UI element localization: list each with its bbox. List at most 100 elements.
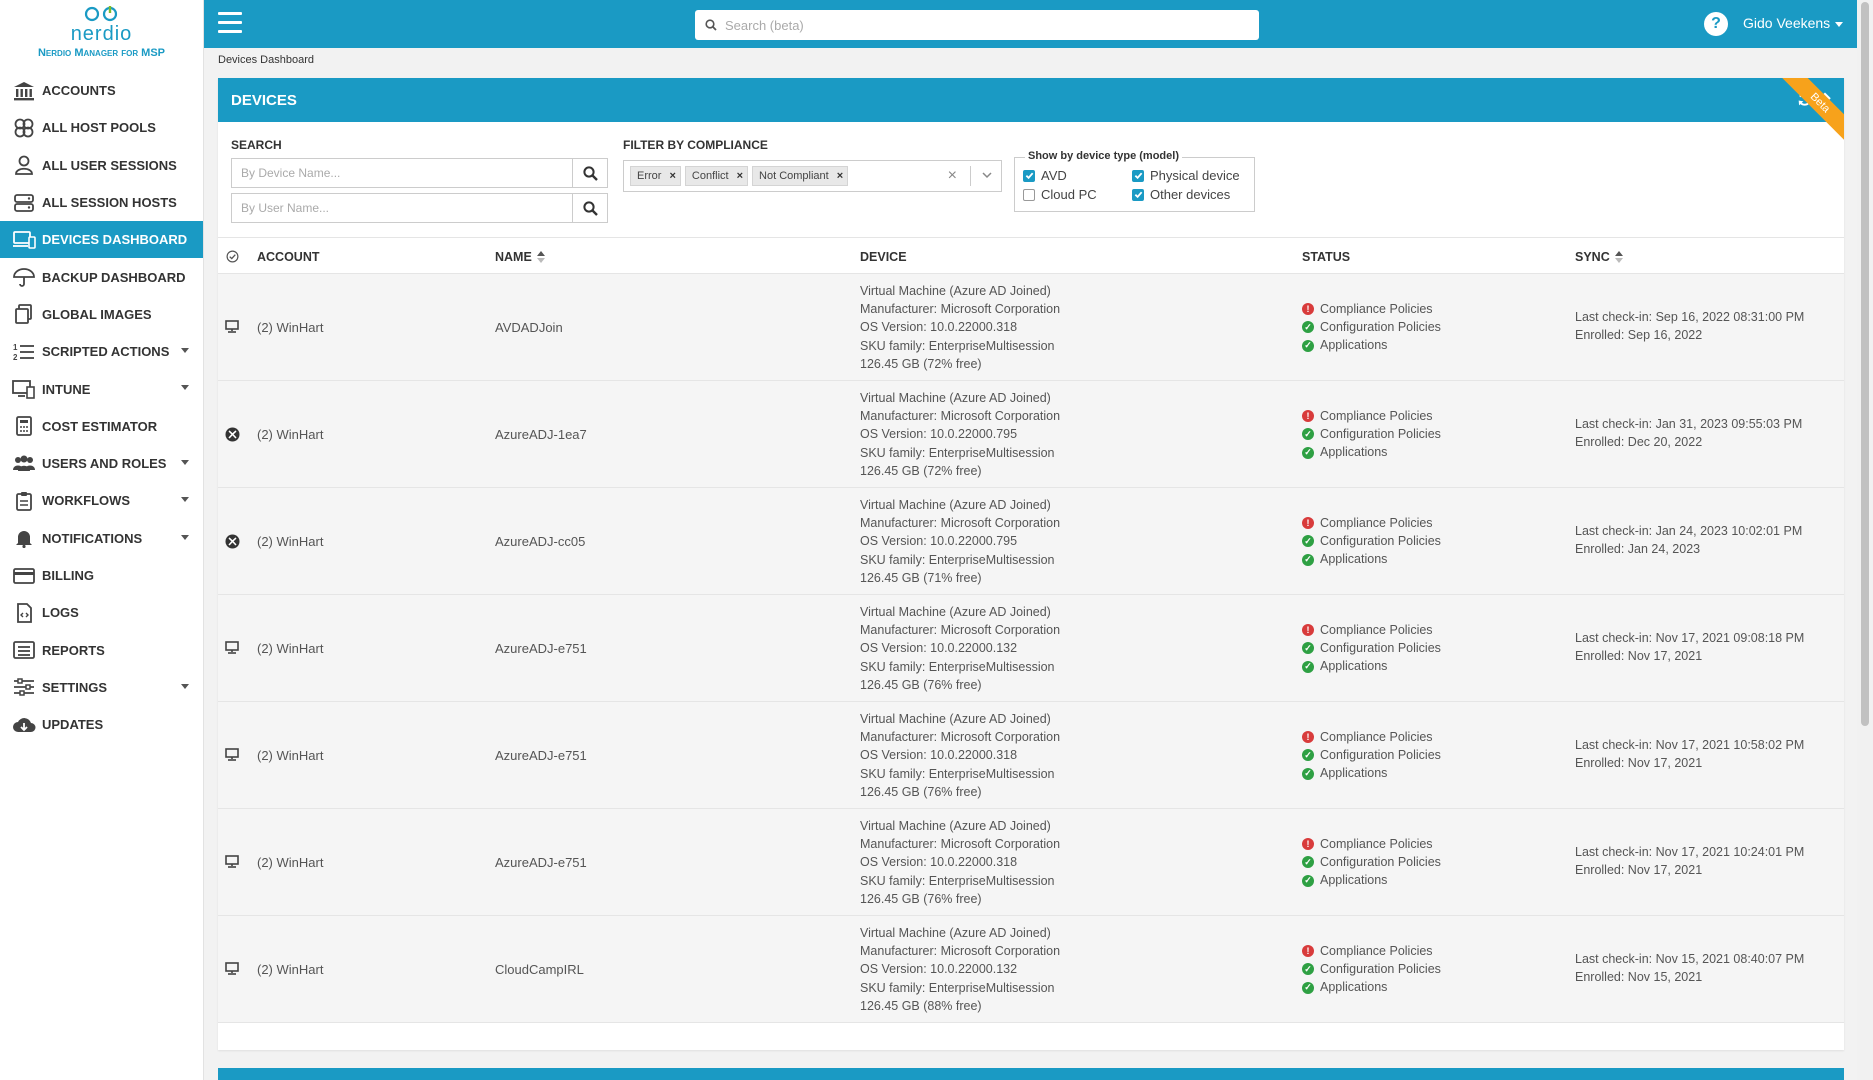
status-item[interactable]: ✓ Applications [1302, 336, 1441, 354]
status-item[interactable]: ! Compliance Policies [1302, 407, 1441, 425]
status-item[interactable]: ✓ Applications [1302, 550, 1441, 568]
table-row[interactable]: (2) WinHart AzureADJ-e751 Virtual Machine … [218, 595, 1844, 702]
sort-icon[interactable] [1614, 251, 1623, 263]
table-row[interactable]: (2) WinHart AzureADJ-1ea7 Virtual Machine … [218, 381, 1844, 488]
sidebar-item-all-host-pools[interactable]: ALL HOST POOLS [0, 109, 203, 146]
col-sync[interactable]: SYNC [1575, 250, 1623, 264]
table-row[interactable]: (2) WinHart AVDADJoin Virtual Machine (Azu… [218, 274, 1844, 381]
status-item[interactable]: ! Compliance Policies [1302, 728, 1441, 746]
sidebar-item-notifications[interactable]: NOTIFICATIONS [0, 520, 203, 557]
help-icon[interactable]: ? [1704, 12, 1728, 36]
remove-chip-icon[interactable]: × [837, 170, 843, 182]
scrollbar-thumb[interactable] [1861, 2, 1869, 726]
sidebar-item-all-session-hosts[interactable]: ALL SESSION HOSTS [0, 184, 203, 221]
page-scrollbar[interactable] [1857, 0, 1873, 1080]
chip-label: Error [637, 170, 662, 182]
sidebar-item-logs[interactable]: LOGS [0, 594, 203, 631]
device-name-input[interactable] [232, 166, 562, 180]
cell-name[interactable]: CloudCampIRL [495, 962, 584, 977]
device-search-field[interactable] [231, 158, 608, 188]
status-item[interactable]: ✓ Applications [1302, 764, 1441, 782]
remove-chip-icon[interactable]: × [737, 170, 743, 182]
checkbox-physical-device[interactable]: Physical device [1132, 168, 1240, 183]
status-item[interactable]: ✓ Configuration Policies [1302, 532, 1441, 550]
sidebar-item-billing[interactable]: BILLING [0, 557, 203, 594]
user-search-button[interactable] [572, 194, 607, 222]
sidebar-item-scripted-actions[interactable]: 1 2 SCRIPTED ACTIONS [0, 333, 203, 370]
sidebar-item-reports[interactable]: REPORTS [0, 631, 203, 668]
sidebar-item-users-and-roles[interactable]: USERS AND ROLES [0, 445, 203, 482]
remove-chip-icon[interactable]: × [669, 170, 675, 182]
col-status[interactable]: STATUS [1302, 250, 1350, 264]
cell-name[interactable]: AzureADJ-cc05 [495, 534, 585, 549]
cell-name[interactable]: AzureADJ-e751 [495, 748, 587, 763]
clear-all-icon[interactable]: × [948, 167, 957, 185]
sort-icon[interactable] [536, 251, 545, 263]
chip-conflict[interactable]: Conflict × [684, 166, 749, 186]
status-item[interactable]: ✓ Applications [1302, 657, 1441, 675]
user-search-field[interactable] [231, 193, 608, 223]
cloud-download-icon [10, 713, 38, 737]
monitor-icon [225, 748, 239, 766]
sidebar-item-all-user-sessions[interactable]: ALL USER SESSIONS [0, 147, 203, 184]
check-circle-icon: ✓ [1302, 553, 1314, 566]
table-row[interactable]: (2) WinHart AzureADJ-e751 Virtual Machine … [218, 809, 1844, 916]
device-search-button[interactable] [572, 159, 607, 187]
sidebar-item-updates[interactable]: UPDATES [0, 706, 203, 743]
checkbox-cloud-pc[interactable]: Cloud PC [1023, 187, 1097, 202]
caret-down-icon [181, 683, 189, 689]
sidebar-item-workflows[interactable]: WORKFLOWS [0, 482, 203, 519]
status-item[interactable]: ! Compliance Policies [1302, 621, 1441, 639]
status-item[interactable]: ✓ Applications [1302, 871, 1441, 889]
user-name-input[interactable] [232, 201, 562, 215]
status-item[interactable]: ✓ Configuration Policies [1302, 318, 1441, 336]
status-item[interactable]: ✓ Applications [1302, 978, 1441, 996]
chevron-down-icon[interactable] [981, 169, 993, 181]
status-item[interactable]: ! Compliance Policies [1302, 942, 1441, 960]
status-item[interactable]: ! Compliance Policies [1302, 835, 1441, 853]
cell-name[interactable]: AzureADJ-1ea7 [495, 427, 587, 442]
status-item[interactable]: ! Compliance Policies [1302, 514, 1441, 532]
sidebar-item-intune[interactable]: INTUNE [0, 370, 203, 407]
checkbox-avd[interactable]: AVD [1023, 168, 1067, 183]
global-search-input[interactable] [725, 17, 1225, 33]
sidebar-item-accounts[interactable]: ACCOUNTS [0, 72, 203, 109]
sidebar-item-backup-dashboard[interactable]: BACKUP DASHBOARD [0, 258, 203, 295]
sync-detail: Last check-in: Sep 16, 2022 08:31:00 PM [1575, 310, 1805, 324]
table-row[interactable]: (2) WinHart CloudCampIRL Virtual Machine (… [218, 916, 1844, 1023]
status-item[interactable]: ✓ Configuration Policies [1302, 425, 1441, 443]
sidebar-item-devices-dashboard[interactable]: DEVICES DASHBOARD [0, 221, 203, 259]
status-item[interactable]: ✓ Applications [1302, 443, 1441, 461]
table-row[interactable]: (2) WinHart AzureADJ-e751 Virtual Machine … [218, 702, 1844, 809]
sidebar-item-settings[interactable]: SETTINGS [0, 669, 203, 706]
sidebar-item-label: DEVICES DASHBOARD [42, 232, 188, 248]
brand-logo[interactable]: nerdio Nerdio Manager for MSP [0, 0, 203, 72]
chip-error[interactable]: Error × [630, 166, 681, 186]
sidebar-item-global-images[interactable]: GLOBAL IMAGES [0, 296, 203, 333]
col-name[interactable]: NAME [495, 250, 545, 264]
col-account[interactable]: ACCOUNT [257, 250, 320, 264]
status-label: Applications [1320, 766, 1388, 781]
check-circle-icon: ✓ [1302, 981, 1314, 994]
status-item[interactable]: ✓ Configuration Policies [1302, 960, 1441, 978]
status-item[interactable]: ✓ Configuration Policies [1302, 746, 1441, 764]
sidebar-item-cost-estimator[interactable]: COST ESTIMATOR [0, 408, 203, 445]
global-search[interactable] [695, 10, 1259, 40]
status-item[interactable]: ✓ Configuration Policies [1302, 639, 1441, 657]
server-icon [10, 191, 38, 215]
check-circle-icon: ✓ [1302, 321, 1314, 334]
menu-toggle-icon[interactable] [218, 12, 242, 34]
cell-name[interactable]: AzureADJ-e751 [495, 641, 587, 656]
user-menu[interactable]: Gido Veekens [1743, 15, 1844, 31]
col-device[interactable]: DEVICE [860, 250, 907, 264]
checkbox-other-devices[interactable]: Other devices [1132, 187, 1230, 202]
sync-detail: Last check-in: Jan 24, 2023 10:02:01 PM [1575, 524, 1803, 538]
cell-name[interactable]: AVDADJoin [495, 320, 563, 335]
compliance-filter-select[interactable]: Error × Conflict × Not Compliant × × [623, 160, 1002, 192]
select-all-check-icon[interactable] [226, 250, 239, 263]
table-row[interactable]: (2) WinHart AzureADJ-cc05 Virtual Machine … [218, 488, 1844, 595]
chip-not-compliant[interactable]: Not Compliant × [752, 166, 849, 186]
status-item[interactable]: ! Compliance Policies [1302, 300, 1441, 318]
status-item[interactable]: ✓ Configuration Policies [1302, 853, 1441, 871]
cell-name[interactable]: AzureADJ-e751 [495, 855, 587, 870]
